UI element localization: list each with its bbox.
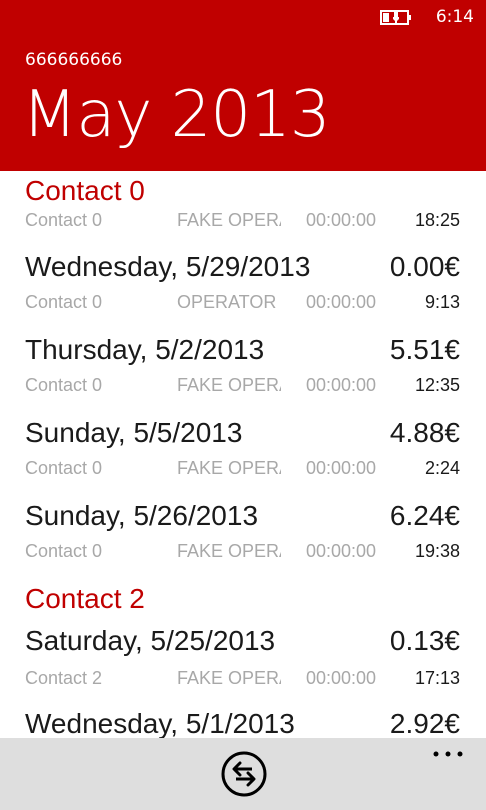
call-operator: FAKE OPERATOR bbox=[177, 210, 281, 230]
status-time: 6:14 bbox=[435, 7, 474, 27]
call-duration: 00:00:00 bbox=[306, 210, 377, 230]
status-bar: 6:14 bbox=[379, 0, 486, 34]
call-date: Thursday, 5/2/2013 bbox=[25, 334, 265, 365]
group-header-contact-0[interactable]: Contact 0 bbox=[25, 175, 145, 207]
call-time: 12:35 bbox=[414, 375, 460, 395]
page-title: May 2013 bbox=[22, 78, 331, 152]
phone-number: 666666666 bbox=[25, 50, 123, 70]
call-time: 17:13 bbox=[414, 668, 460, 688]
call-cost: 6.24€ bbox=[389, 500, 460, 531]
call-date: Sunday, 5/26/2013 bbox=[25, 500, 259, 531]
call-duration: 00:00:00 bbox=[306, 292, 377, 312]
call-contact: Contact 2 bbox=[25, 668, 103, 688]
call-cost: 5.51€ bbox=[389, 334, 460, 365]
call-duration: 00:00:00 bbox=[306, 458, 377, 478]
call-cost: 4.88€ bbox=[389, 417, 460, 448]
call-operator: OPERATOR bbox=[177, 292, 277, 312]
call-time: 9:13 bbox=[424, 292, 460, 312]
call-time: 18:25 bbox=[414, 210, 460, 230]
call-date: Wednesday, 5/1/2013 bbox=[25, 708, 295, 738]
call-contact: Contact 0 bbox=[25, 375, 103, 395]
page-header: 6:14 666666666 May 2013 bbox=[0, 0, 486, 171]
call-operator: FAKE OPERATOR bbox=[177, 668, 281, 688]
call-operator: FAKE OPERATOR bbox=[177, 541, 281, 561]
call-cost: 0.13€ bbox=[389, 625, 460, 656]
call-operator: FAKE OPERATOR bbox=[177, 375, 281, 395]
ellipsis-icon[interactable] bbox=[428, 742, 468, 766]
swap-arrows-icon[interactable] bbox=[220, 750, 268, 798]
call-date: Sunday, 5/5/2013 bbox=[25, 417, 243, 448]
call-time: 2:24 bbox=[424, 458, 460, 478]
call-date: Wednesday, 5/29/2013 bbox=[25, 251, 311, 282]
battery-charging-icon bbox=[379, 10, 411, 25]
call-duration: 00:00:00 bbox=[306, 541, 377, 561]
call-list[interactable]: Contact 0 Contact 0 FAKE OPERATOR 00:00:… bbox=[0, 171, 486, 738]
call-contact: Contact 0 bbox=[25, 541, 103, 561]
call-date: Saturday, 5/25/2013 bbox=[25, 625, 276, 656]
call-contact: Contact 0 bbox=[25, 458, 103, 478]
call-operator: FAKE OPERATOR bbox=[177, 458, 281, 478]
call-contact: Contact 0 bbox=[25, 210, 103, 230]
call-duration: 00:00:00 bbox=[306, 375, 377, 395]
call-contact: Contact 0 bbox=[25, 292, 103, 312]
call-cost: 0.00€ bbox=[389, 251, 460, 282]
group-header-contact-2[interactable]: Contact 2 bbox=[25, 583, 145, 615]
call-duration: 00:00:00 bbox=[306, 668, 377, 688]
app-bar bbox=[0, 738, 486, 810]
call-cost: 2.92€ bbox=[389, 708, 460, 738]
call-time: 19:38 bbox=[414, 541, 460, 561]
